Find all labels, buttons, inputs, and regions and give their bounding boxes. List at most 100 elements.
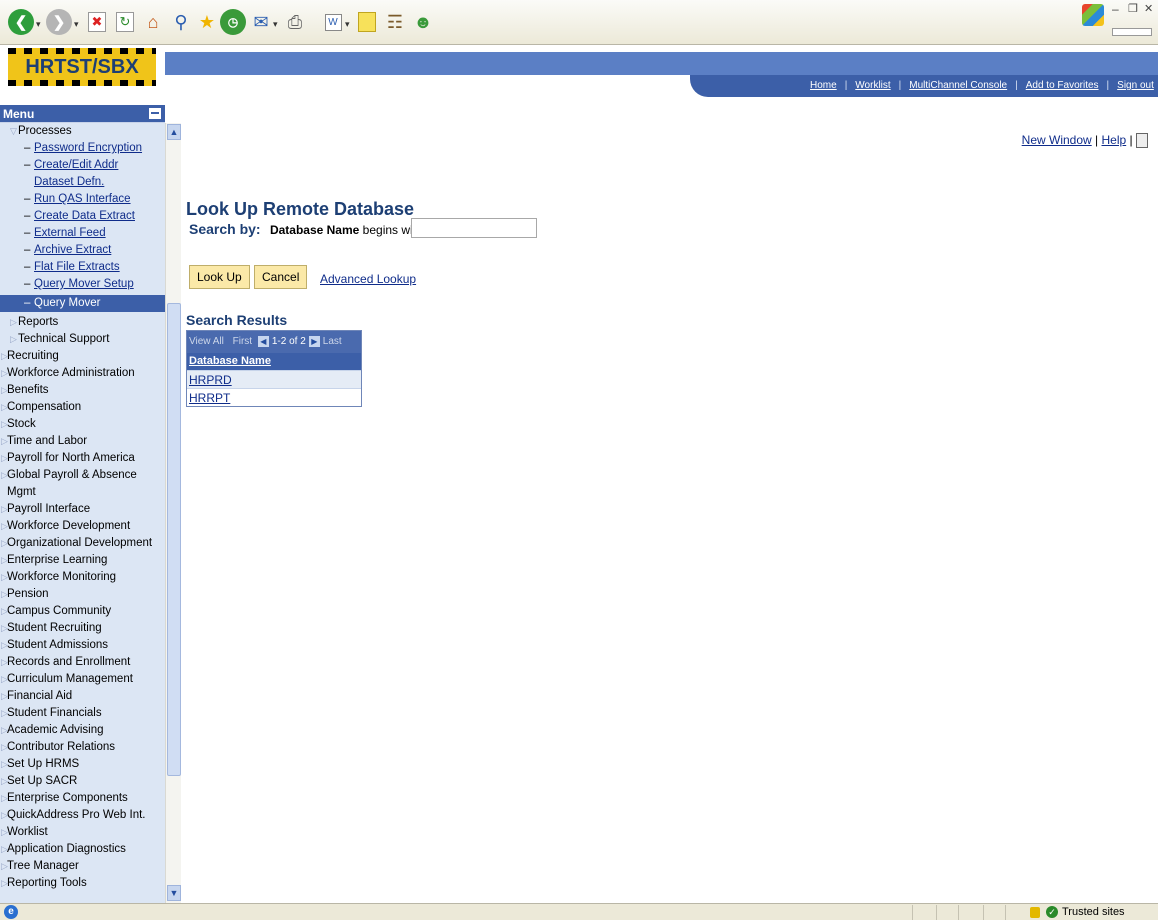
mail-icon[interactable]: ✉ (248, 9, 274, 35)
menu-item-reporting-tools[interactable]: ▷ Reporting Tools (0, 875, 165, 892)
menu-item-flat-file-extracts[interactable]: – Flat File Extracts (0, 259, 165, 276)
database-link[interactable]: HRRPT (189, 391, 230, 405)
menu-item-query-mover[interactable]: – Query Mover (0, 295, 165, 312)
back-dropdown-icon[interactable]: ▾ (36, 19, 41, 30)
worklist-link[interactable]: Worklist (855, 80, 890, 91)
menu-item-payroll-interface[interactable]: ▷ Payroll Interface (0, 501, 165, 518)
search-icon[interactable]: ⚲ (168, 9, 194, 35)
menu-item-global-payroll-absence[interactable]: ▷ Global Payroll & Absence (0, 467, 165, 484)
menu-folder-processes[interactable]: ▽ Processes (0, 123, 165, 140)
research-icon[interactable]: ☶ (382, 9, 408, 35)
column-header-database-name[interactable]: Database Name (187, 353, 361, 370)
menu-item-query-mover-setup[interactable]: – Query Mover Setup (0, 276, 165, 293)
menu-item-create-edit-addr-cont[interactable]: Dataset Defn. (0, 174, 165, 191)
word-dropdown-icon[interactable]: ▾ (345, 19, 350, 30)
menu-link[interactable]: Create Data Extract (34, 210, 135, 222)
menu-item-campus-community[interactable]: ▷ Campus Community (0, 603, 165, 620)
menu-link[interactable]: External Feed (34, 227, 106, 239)
menu-item-recruiting[interactable]: ▷ Recruiting (0, 348, 165, 365)
print-http-icon[interactable] (1136, 133, 1148, 149)
mail-dropdown-icon[interactable]: ▾ (273, 19, 278, 30)
stop-icon[interactable]: ✖ (84, 9, 110, 35)
menu-link[interactable]: Archive Extract (34, 244, 111, 256)
menu-item-enterprise-learning[interactable]: ▷ Enterprise Learning (0, 552, 165, 569)
menu-item-create-edit-addr[interactable]: – Create/Edit Addr (0, 157, 165, 174)
menu-item-payroll-for-north-america[interactable]: ▷ Payroll for North America (0, 450, 165, 467)
menu-item-compensation[interactable]: ▷ Compensation (0, 399, 165, 416)
history-icon[interactable]: ◷ (220, 9, 246, 35)
home-icon[interactable]: ⌂ (140, 9, 166, 35)
menu-item-worklist[interactable]: ▷ Worklist (0, 824, 165, 841)
menu-item-benefits[interactable]: ▷ Benefits (0, 382, 165, 399)
word-icon[interactable]: W (320, 9, 346, 35)
home-link[interactable]: Home (810, 80, 837, 91)
menu-item-records-and-enrollment[interactable]: ▷ Records and Enrollment (0, 654, 165, 671)
help-link[interactable]: Help (1102, 133, 1127, 147)
menu-item-run-qas-interface[interactable]: – Run QAS Interface (0, 191, 165, 208)
first-link[interactable]: First (233, 336, 252, 347)
menu-item-mgmt[interactable]: Mgmt (0, 484, 165, 501)
messenger-icon[interactable]: ☻ (410, 9, 436, 35)
sign-out-link[interactable]: Sign out (1117, 80, 1154, 91)
menu-item-set-up-sacr[interactable]: ▷ Set Up SACR (0, 773, 165, 790)
menu-item-academic-advising[interactable]: ▷ Academic Advising (0, 722, 165, 739)
advanced-lookup-link[interactable]: Advanced Lookup (320, 272, 416, 286)
menu-item-student-recruiting[interactable]: ▷ Student Recruiting (0, 620, 165, 637)
menu-folder-reports[interactable]: ▷ Reports (0, 314, 165, 331)
menu-link[interactable]: Dataset Defn. (34, 176, 104, 188)
menu-item-set-up-hrms[interactable]: ▷ Set Up HRMS (0, 756, 165, 773)
previous-icon[interactable]: ◀ (257, 335, 269, 347)
last-link[interactable]: Last (323, 336, 342, 347)
menu-item-tree-manager[interactable]: ▷ Tree Manager (0, 858, 165, 875)
menu-item-time-and-labor[interactable]: ▷ Time and Labor (0, 433, 165, 450)
menu-item-stock[interactable]: ▷ Stock (0, 416, 165, 433)
look-up-button[interactable]: Look Up (189, 265, 250, 289)
menu-item-password-encryption[interactable]: – Password Encryption (0, 140, 165, 157)
menu-item-workforce-administration[interactable]: ▷ Workforce Administration (0, 365, 165, 382)
database-link[interactable]: HRPRD (189, 373, 232, 387)
menu-item-create-data-extract[interactable]: – Create Data Extract (0, 208, 165, 225)
refresh-icon[interactable]: ↻ (112, 9, 138, 35)
database-name-input[interactable] (411, 218, 537, 238)
cancel-button[interactable]: Cancel (254, 265, 308, 289)
menu-item-archive-extract[interactable]: – Archive Extract (0, 242, 165, 259)
minimize-icon[interactable]: – (1112, 2, 1119, 16)
menu-item-workforce-monitoring[interactable]: ▷ Workforce Monitoring (0, 569, 165, 586)
menu-item-organizational-development[interactable]: ▷ Organizational Development (0, 535, 165, 552)
scroll-down-icon[interactable]: ▼ (167, 885, 181, 901)
menu-link[interactable]: Flat File Extracts (34, 261, 120, 273)
view-all-link[interactable]: View All (189, 336, 224, 347)
menu-link[interactable]: Create/Edit Addr (34, 159, 118, 171)
menu-item-application-diagnostics[interactable]: ▷ Application Diagnostics (0, 841, 165, 858)
forward-dropdown-icon[interactable]: ▾ (74, 19, 79, 30)
back-icon[interactable]: ❮ (8, 9, 34, 35)
scroll-thumb[interactable] (167, 303, 181, 776)
menu-item-student-financials[interactable]: ▷ Student Financials (0, 705, 165, 722)
menu-item-external-feed[interactable]: – External Feed (0, 225, 165, 242)
menu-item-curriculum-management[interactable]: ▷ Curriculum Management (0, 671, 165, 688)
scroll-up-icon[interactable]: ▲ (167, 124, 181, 140)
menu-item-financial-aid[interactable]: ▷ Financial Aid (0, 688, 165, 705)
menu-link[interactable]: Password Encryption (34, 142, 142, 154)
restore-icon[interactable]: ❐ (1128, 2, 1138, 15)
forward-icon[interactable]: ❯ (46, 9, 72, 35)
close-icon[interactable]: ✕ (1144, 2, 1153, 15)
print-icon[interactable]: ⎙ (282, 9, 308, 35)
favorites-icon[interactable]: ★ (194, 9, 220, 35)
menu-scrollbar[interactable]: ▲ ▼ (165, 123, 181, 903)
new-window-link[interactable]: New Window (1022, 133, 1092, 147)
add-to-favorites-link[interactable]: Add to Favorites (1026, 80, 1099, 91)
menu-item-pension[interactable]: ▷ Pension (0, 586, 165, 603)
menu-collapse-button[interactable] (149, 108, 161, 119)
menu-folder-technical-support[interactable]: ▷ Technical Support (0, 331, 165, 348)
notes-icon[interactable] (354, 9, 380, 35)
menu-item-enterprise-components[interactable]: ▷ Enterprise Components (0, 790, 165, 807)
menu-item-quickaddress-pro-web-int[interactable]: ▷ QuickAddress Pro Web Int. (0, 807, 165, 824)
multichannel-console-link[interactable]: MultiChannel Console (909, 80, 1007, 91)
next-icon[interactable]: ▶ (308, 335, 320, 347)
menu-item-student-admissions[interactable]: ▷ Student Admissions (0, 637, 165, 654)
menu-link[interactable]: Query Mover Setup (34, 278, 134, 290)
menu-item-workforce-development[interactable]: ▷ Workforce Development (0, 518, 165, 535)
menu-link[interactable]: Run QAS Interface (34, 193, 131, 205)
menu-item-contributor-relations[interactable]: ▷ Contributor Relations (0, 739, 165, 756)
